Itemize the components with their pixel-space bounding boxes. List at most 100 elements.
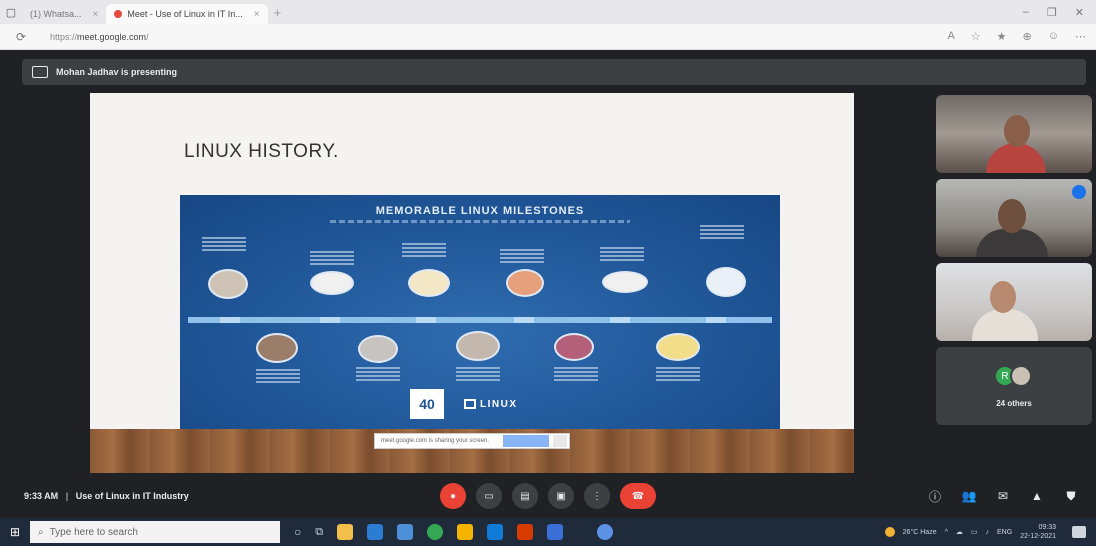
window-controls: – ❐ ✕ <box>1023 6 1096 19</box>
edge-icon[interactable] <box>487 524 504 540</box>
timeline-year <box>706 317 726 323</box>
system-tray: 26°C Haze ^ ☁ ▭ ♪ ENG 09:33 22-12-2021 <box>884 523 1096 541</box>
speaking-indicator-icon <box>1072 185 1086 199</box>
chrome-icon[interactable] <box>427 524 444 540</box>
task-view-icon[interactable]: ○ <box>294 525 301 539</box>
recording-icon <box>114 10 123 18</box>
activities-icon: ▲ <box>1031 489 1043 503</box>
close-icon[interactable]: × <box>254 9 260 20</box>
captions-button[interactable]: ▤ <box>512 483 538 509</box>
participant-video <box>972 309 1038 341</box>
windows-taskbar: ⊞ ⌕ Type here to search ○ ⧉ 26°C Haze ^ … <box>0 518 1096 546</box>
shared-screen: LINUX HISTORY. MEMORABLE LINUX MILESTONE… <box>90 93 854 473</box>
more-options-button[interactable]: ⋮ <box>584 483 610 509</box>
timeline-year <box>514 317 534 323</box>
present-button[interactable]: ▣ <box>548 483 574 509</box>
participant-video <box>1004 115 1030 147</box>
volume-icon[interactable]: ♪ <box>986 529 990 536</box>
photos-icon[interactable] <box>457 524 474 540</box>
widgets-icon[interactable]: ⧉ <box>315 526 323 539</box>
presenter-text: Mohan Jadhav is presenting <box>56 67 178 77</box>
linux-40-logo: 40 <box>410 389 444 419</box>
weather-icon <box>884 527 895 537</box>
poster-title: MEMORABLE LINUX MILESTONES <box>375 205 585 217</box>
favorite-icon[interactable]: ☆ <box>971 30 981 43</box>
linux-logo-text: LINUX <box>480 398 518 410</box>
avatar <box>1010 365 1032 387</box>
app-icon[interactable] <box>597 524 614 540</box>
start-button[interactable]: ⊞ <box>0 525 30 539</box>
others-tile[interactable]: R 24 others <box>936 347 1092 425</box>
leave-call-button[interactable]: ☎ <box>620 483 656 509</box>
refresh-icon[interactable]: ⟳ <box>10 30 32 44</box>
people-button[interactable]: 👥 <box>960 487 978 505</box>
call-controls: ● ▭ ▤ ▣ ⋮ ☎ <box>440 483 656 509</box>
milestone-text <box>256 369 300 385</box>
clock[interactable]: 09:33 22-12-2021 <box>1020 523 1056 541</box>
read-aloud-icon[interactable]: A <box>947 30 954 43</box>
chat-button[interactable]: ✉ <box>994 487 1012 505</box>
minimize-icon[interactable]: – <box>1023 6 1029 19</box>
poster-logos: 40 LINUX <box>410 389 518 419</box>
more-icon[interactable]: ⋯ <box>1075 30 1086 43</box>
notification-icon[interactable] <box>1072 526 1086 538</box>
milestone-image <box>456 331 500 361</box>
milestone-image <box>706 267 746 297</box>
timeline-year <box>610 317 630 323</box>
camera-toggle-button[interactable]: ▭ <box>476 483 502 509</box>
file-explorer-icon[interactable] <box>337 524 354 540</box>
milestone-image <box>602 271 648 293</box>
url-field[interactable]: https:// meet.google.com / <box>42 28 602 46</box>
participant-tile[interactable] <box>936 263 1092 341</box>
slide-title: LINUX HISTORY. <box>184 141 339 162</box>
participant-video <box>998 199 1026 233</box>
windows-icon: ⊞ <box>9 525 21 539</box>
milestone-text <box>310 251 354 267</box>
chat-icon: ✉ <box>997 489 1009 503</box>
close-window-icon[interactable]: ✕ <box>1075 6 1084 19</box>
tab-meet[interactable]: Meet - Use of Linux in IT In... × <box>106 4 268 24</box>
battery-icon[interactable]: ▭ <box>971 528 978 536</box>
maximize-icon[interactable]: ❐ <box>1047 6 1057 19</box>
host-controls-button[interactable]: ⛊ <box>1062 487 1080 505</box>
office-icon[interactable] <box>517 524 534 540</box>
participant-tile[interactable] <box>936 179 1092 257</box>
network-icon[interactable]: ☁ <box>956 528 963 536</box>
milestone-text <box>202 237 246 253</box>
participant-video <box>990 281 1016 313</box>
collections-icon[interactable]: ⊕ <box>1023 30 1032 43</box>
stop-sharing-button[interactable] <box>503 435 549 447</box>
new-tab-icon[interactable]: + <box>274 5 282 20</box>
meeting-info: 9:33 AM | Use of Linux in IT Industry <box>24 491 189 501</box>
weather-text[interactable]: 26°C Haze <box>903 529 937 536</box>
present-icon: ▣ <box>556 490 566 502</box>
phone-hangup-icon: ☎ <box>631 490 645 502</box>
milestone-text <box>402 243 446 259</box>
milestone-image <box>256 333 298 363</box>
tray-arrow-icon[interactable]: ^ <box>945 529 948 536</box>
tab-whatsapp[interactable]: (1) Whatsa... × <box>22 4 106 24</box>
participant-video <box>976 229 1048 257</box>
present-screen-icon <box>32 66 48 78</box>
browser-window-icon[interactable] <box>547 524 564 540</box>
store-icon[interactable] <box>367 524 384 540</box>
linux-logo-icon <box>464 399 476 409</box>
participant-tile[interactable] <box>936 95 1092 173</box>
milestone-text <box>500 249 544 265</box>
tab-whatsapp-label: (1) Whatsa... <box>30 9 82 19</box>
window-menu-icon[interactable]: ▢ <box>0 0 22 24</box>
close-icon[interactable]: × <box>93 9 99 20</box>
taskbar-search[interactable]: ⌕ Type here to search <box>30 521 280 543</box>
profile-icon[interactable]: ☺ <box>1048 30 1059 43</box>
milestone-image <box>358 335 398 363</box>
hide-button[interactable] <box>553 435 567 447</box>
mic-toggle-button[interactable]: ● <box>440 483 466 509</box>
mail-icon[interactable] <box>397 524 414 540</box>
captions-icon: ▤ <box>520 490 530 502</box>
mic-off-icon: ● <box>449 490 457 502</box>
address-bar-icons: A ☆ ★ ⊕ ☺ ⋯ <box>947 30 1086 43</box>
info-button[interactable]: ⓘ <box>926 487 944 505</box>
favorites-icon[interactable]: ★ <box>997 30 1007 43</box>
lang-indicator[interactable]: ENG <box>997 529 1012 536</box>
activities-button[interactable]: ▲ <box>1028 487 1046 505</box>
